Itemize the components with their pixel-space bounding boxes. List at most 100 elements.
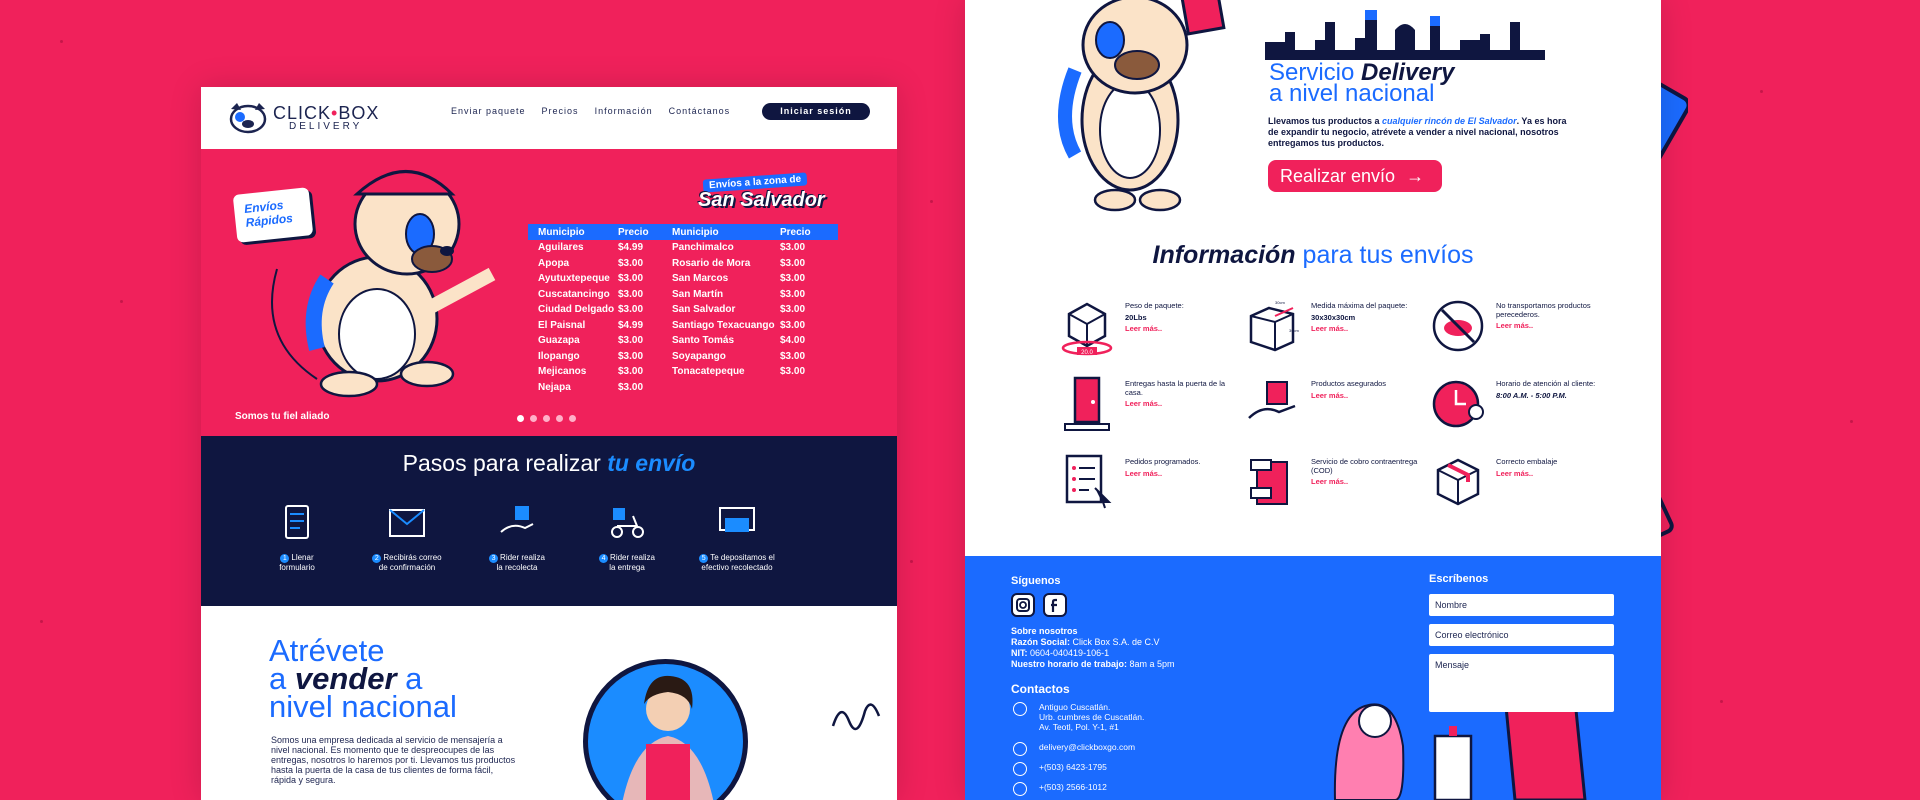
phone-2[interactable]: +(503) 2566-1012 xyxy=(1039,782,1107,796)
message-field[interactable]: Mensaje xyxy=(1429,654,1614,712)
municipio-cell: Ciudad Delgado xyxy=(538,304,615,316)
carousel-dot[interactable] xyxy=(569,415,576,422)
info-cod-text: Servicio de cobro contraentrega (COD) Lee… xyxy=(1311,457,1431,487)
municipio-cell: Guazapa xyxy=(538,335,580,347)
email-field[interactable]: Correo electrónico xyxy=(1429,624,1614,646)
info-embalaje-text: Correcto embalaje Leer más.. xyxy=(1496,457,1616,479)
carousel-dot[interactable] xyxy=(517,415,524,422)
step-4-number: 4 xyxy=(599,554,609,563)
read-more-link[interactable]: Leer más.. xyxy=(1311,324,1431,334)
package-weight-icon: 20.0 xyxy=(1061,302,1113,356)
location-pin-icon xyxy=(1013,702,1027,716)
price-table-header: Municipio Precio Municipio Precio xyxy=(528,224,838,240)
municipio-cell: Cuscatancingo xyxy=(538,288,610,300)
landing-page-mockup-left: CLICK•BOX DELIVERY Enviar paquete Precio… xyxy=(201,87,897,800)
step-3-label: 3 Rider realiza la recolecta xyxy=(467,553,567,572)
step-5-line1: Te depositamos el xyxy=(710,553,775,562)
nav-link-contactanos[interactable]: Contáctanos xyxy=(669,106,731,116)
precio-cell: $3.00 xyxy=(618,257,644,269)
step-4-line2: la entrega xyxy=(609,563,645,572)
municipio-cell: Apopa xyxy=(538,257,570,269)
bulldog-mascot-carrying-box xyxy=(1058,0,1226,212)
read-more-link[interactable]: Leer más.. xyxy=(1125,324,1245,334)
step-2: 2 Recibirás correo de confirmación xyxy=(357,502,457,572)
precio-cell: $3.00 xyxy=(780,242,806,254)
municipio-cell: Ayutuxtepeque xyxy=(538,273,610,285)
instagram-icon[interactable] xyxy=(1011,593,1035,617)
about-block: Sobre nosotros Razón Social: Click Box S… xyxy=(1011,626,1175,670)
login-button[interactable]: Iniciar sesión xyxy=(762,103,870,120)
city-skyline-illustration xyxy=(1265,10,1545,60)
bg-speck xyxy=(930,200,933,203)
info-peso-text: Peso de paquete: 20Lbs Leer más.. xyxy=(1125,301,1245,334)
landing-page-mockup-right: Servicio Delivery a nivel nacional Lleva… xyxy=(965,0,1661,800)
info-title: Información para tus envíos xyxy=(965,241,1661,270)
precio-cell: $3.00 xyxy=(618,288,644,300)
step-4-label: 4 Rider realiza la entrega xyxy=(577,553,677,572)
message-placeholder: Mensaje xyxy=(1435,660,1470,670)
step-3-line2: la recolecta xyxy=(496,563,538,572)
info-label: Medida máxima del paquete: xyxy=(1311,301,1408,310)
step-2-number: 2 xyxy=(372,554,382,563)
facebook-icon[interactable] xyxy=(1043,593,1067,617)
info-title-b: para tus envíos xyxy=(1302,241,1474,269)
info-title-a: Información xyxy=(1152,241,1296,269)
municipio-cell: El Paisnal xyxy=(538,319,586,331)
price-table-row: El Paisnal $4.99 Santiago Texacuango $3.00 xyxy=(528,318,838,334)
precio-cell: $3.00 xyxy=(780,288,806,300)
name-field[interactable]: Nombre xyxy=(1429,594,1614,616)
read-more-link[interactable]: Leer más.. xyxy=(1125,399,1245,409)
hero-tagline: Somos tu fiel aliado xyxy=(235,411,330,422)
steps-title: Pasos para realizar tu envío xyxy=(201,450,897,477)
service-desc-highlight: cualquier rincón de El Salvador xyxy=(1382,116,1517,126)
info-item-programados: Pedidos programados. Leer más.. xyxy=(1059,452,1249,512)
read-more-link[interactable]: Leer más.. xyxy=(1311,477,1431,487)
service-description: Llevamos tus productos a cualquier rincó… xyxy=(1268,116,1568,149)
step-4-line1: Rider realiza xyxy=(610,553,655,562)
read-more-link[interactable]: Leer más.. xyxy=(1125,469,1245,479)
info-item-embalaje: Correcto embalaje Leer más.. xyxy=(1430,452,1620,512)
info-item-horario: Horario de atención al cliente: 8:00 A.M.… xyxy=(1430,374,1620,434)
nav-link-precios[interactable]: Precios xyxy=(542,106,579,116)
step-3: 3 Rider realiza la recolecta xyxy=(467,502,567,572)
carousel-dot[interactable] xyxy=(543,415,550,422)
step-4: 4 Rider realiza la entrega xyxy=(577,502,677,572)
step-2-line1: Recibirás correo xyxy=(383,553,442,562)
cash-on-delivery-icon xyxy=(1250,459,1288,505)
nav-link-enviar-paquete[interactable]: Enviar paquete xyxy=(451,106,526,116)
razon-label: Razón Social: xyxy=(1011,637,1071,647)
read-more-link[interactable]: Leer más.. xyxy=(1496,321,1616,331)
price-table-row: Mejicanos $3.00 Tonacatepeque $3.00 xyxy=(528,364,838,380)
address-text: Antiguo Cuscatlán. Urb. cumbres de Cuscat… xyxy=(1039,702,1144,732)
realizar-envio-button[interactable]: Realizar envío → xyxy=(1268,160,1442,192)
logo-word-box: BOX xyxy=(338,103,380,123)
nav-link-informacion[interactable]: Información xyxy=(595,106,653,116)
read-more-link[interactable]: Leer más.. xyxy=(1496,469,1616,479)
name-placeholder: Nombre xyxy=(1435,600,1468,610)
phone-line-2: +(503) 2566-1012 xyxy=(1013,782,1107,796)
municipio-cell: San Salvador xyxy=(672,304,736,316)
email-link[interactable]: delivery@clickboxgo.com xyxy=(1039,742,1135,756)
precio-cell: $4.00 xyxy=(780,335,806,347)
packaging-box-icon xyxy=(1436,458,1480,506)
carousel-dot[interactable] xyxy=(556,415,563,422)
follow-heading: Síguenos xyxy=(1011,575,1061,587)
clickbox-logo[interactable]: CLICK•BOX DELIVERY xyxy=(227,101,397,137)
about-heading: Sobre nosotros xyxy=(1011,626,1078,636)
read-more-link[interactable]: Leer más.. xyxy=(1311,391,1431,401)
price-table-row: Cuscatancingo $3.00 San Martín $3.00 xyxy=(528,287,838,303)
municipio-cell: Mejicanos xyxy=(538,366,587,378)
dimension-label: 30cm xyxy=(1275,300,1285,305)
phone-1[interactable]: +(503) 6423-1795 xyxy=(1039,762,1107,776)
price-table-row: Ayutuxtepeque $3.00 San Marcos $3.00 xyxy=(528,271,838,287)
delivery-scooter-icon xyxy=(611,508,644,538)
bg-speck xyxy=(40,620,43,623)
instagram-glyph-icon xyxy=(1016,598,1030,612)
woman-photo xyxy=(583,659,748,800)
package-dimensions-icon: 30cm 30cm xyxy=(1249,300,1299,352)
dimension-label: 30cm xyxy=(1289,328,1299,333)
info-label: Productos asegurados xyxy=(1311,379,1387,388)
carousel-dot[interactable] xyxy=(530,415,537,422)
info-item-cod: Servicio de cobro contraentrega (COD) Lee… xyxy=(1245,452,1435,512)
precio-cell: $3.00 xyxy=(780,257,806,269)
